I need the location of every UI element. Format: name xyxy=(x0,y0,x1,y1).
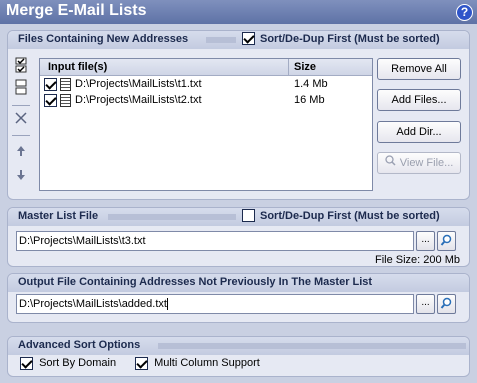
sort-dedup-new-checkbox[interactable]: Sort/De-Dup First (Must be sorted) xyxy=(242,31,440,45)
master-list-group: Master List File Sort/De-Dup First (Must… xyxy=(7,207,470,267)
header-bar xyxy=(108,214,236,220)
file-checkbox[interactable] xyxy=(44,78,57,91)
group-title: Advanced Sort Options xyxy=(18,339,141,351)
magnifier-icon xyxy=(440,297,452,309)
new-addresses-group: Files Containing New Addresses Sort/De-D… xyxy=(7,30,470,200)
sort-dedup-master-label: Sort/De-Dup First (Must be sorted) xyxy=(260,210,440,222)
output-file-path: D:\Projects\MailLists\added.txt xyxy=(19,298,167,310)
checkbox-box[interactable] xyxy=(242,31,255,45)
list-item[interactable]: D:\Projects\MailLists\t2.txt 16 Mb xyxy=(40,93,372,108)
remove-all-button[interactable]: Remove All xyxy=(377,58,461,80)
move-down-icon[interactable] xyxy=(12,169,30,187)
header-bar xyxy=(206,37,236,43)
checkbox-box[interactable] xyxy=(242,208,255,222)
output-browse-button[interactable]: ... xyxy=(416,294,435,314)
window-title: Merge E-Mail Lists xyxy=(6,2,147,19)
header-bar xyxy=(158,343,466,349)
group-header: Advanced Sort Options xyxy=(8,337,469,355)
text-file-icon xyxy=(60,94,71,107)
master-file-size: File Size: 200 Mb xyxy=(375,254,460,266)
file-path: D:\Projects\MailLists\t1.txt xyxy=(75,78,202,90)
toolstrip-divider xyxy=(12,135,30,136)
view-file-label: View File... xyxy=(399,157,454,169)
master-file-input[interactable]: D:\Projects\MailLists\t3.txt xyxy=(16,231,414,251)
column-divider[interactable] xyxy=(288,59,289,76)
output-file-input[interactable]: D:\Projects\MailLists\added.txt xyxy=(16,294,414,314)
add-files-button[interactable]: Add Files... xyxy=(377,89,461,111)
sort-by-domain-label: Sort By Domain xyxy=(39,357,117,370)
column-input-files[interactable]: Input file(s) xyxy=(48,61,107,73)
add-dir-button[interactable]: Add Dir... xyxy=(377,121,461,143)
file-size: 16 Mb xyxy=(294,94,325,106)
remove-icon[interactable] xyxy=(12,111,30,129)
master-view-button[interactable] xyxy=(437,231,456,251)
help-button[interactable]: ? xyxy=(456,4,473,21)
check-all-icon[interactable] xyxy=(12,57,30,75)
multi-column-label: Multi Column Support xyxy=(154,357,260,370)
group-title: Master List File xyxy=(18,210,99,222)
text-file-icon xyxy=(60,78,71,91)
checkbox-box[interactable] xyxy=(135,357,148,370)
uncheck-all-icon[interactable] xyxy=(12,79,30,97)
title-bar: Merge E-Mail Lists ? xyxy=(0,0,477,24)
list-header: Input file(s) Size xyxy=(40,59,372,76)
magnifier-icon xyxy=(385,153,397,173)
checkbox-box[interactable] xyxy=(20,357,33,370)
sort-dedup-master-checkbox[interactable]: Sort/De-Dup First (Must be sorted) xyxy=(242,208,440,222)
sort-by-domain-checkbox[interactable]: Sort By Domain xyxy=(20,357,116,370)
group-header: Output File Containing Addresses Not Pre… xyxy=(8,274,469,292)
column-size[interactable]: Size xyxy=(294,61,316,73)
magnifier-icon xyxy=(440,234,452,246)
input-files-list[interactable]: Input file(s) Size D:\Projects\MailLists… xyxy=(39,58,373,191)
master-browse-button[interactable]: ... xyxy=(416,231,435,251)
file-size: 1.4 Mb xyxy=(294,78,328,90)
group-title: Output File Containing Addresses Not Pre… xyxy=(18,276,373,288)
list-item[interactable]: D:\Projects\MailLists\t1.txt 1.4 Mb xyxy=(40,77,372,92)
advanced-sort-group: Advanced Sort Options Sort By Domain Mul… xyxy=(7,336,470,377)
output-view-button[interactable] xyxy=(437,294,456,314)
move-up-icon[interactable] xyxy=(12,145,30,163)
group-title: Files Containing New Addresses xyxy=(18,33,189,45)
output-file-group: Output File Containing Addresses Not Pre… xyxy=(7,273,470,323)
toolstrip-divider xyxy=(12,105,30,106)
file-checkbox[interactable] xyxy=(44,94,57,107)
group-header: Master List File Sort/De-Dup First (Must… xyxy=(8,208,469,226)
file-path: D:\Projects\MailLists\t2.txt xyxy=(75,94,202,106)
sort-dedup-new-label: Sort/De-Dup First (Must be sorted) xyxy=(260,33,440,45)
multi-column-checkbox[interactable]: Multi Column Support xyxy=(135,357,260,370)
view-file-button[interactable]: View File... xyxy=(377,152,461,174)
text-cursor xyxy=(166,298,168,311)
group-header: Files Containing New Addresses Sort/De-D… xyxy=(8,31,469,49)
